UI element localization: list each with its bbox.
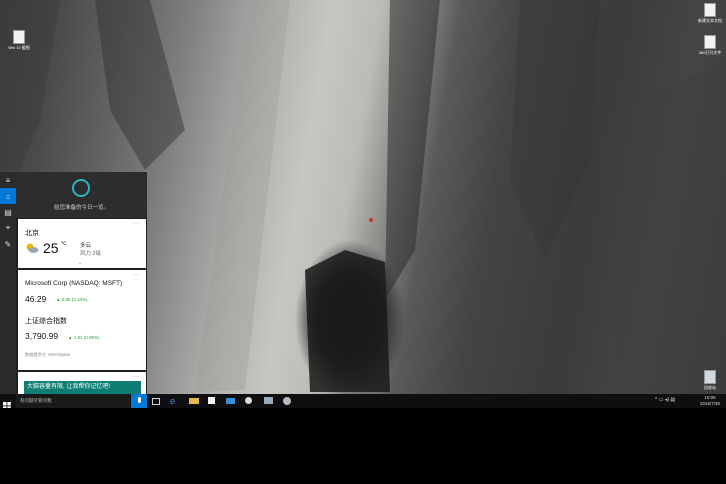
recycle-bin-icon: [704, 370, 716, 384]
taskbar: 有问题尽管问我 e ^ ▭ ◂) ▤ 10:06 2015/7/30: [0, 394, 726, 408]
clock-date: 2015/7/30: [699, 401, 721, 406]
weather-temp: 25: [43, 240, 59, 256]
location-icon[interactable]: ⌖: [0, 220, 16, 236]
stock-change-sse: ▲ 1.91 (0.05%): [68, 335, 100, 340]
desktop-icon-recycle-bin[interactable]: 回收站: [691, 370, 726, 391]
weather-card[interactable]: ··· 北京 25 ℃ 多云 风力 2级 ⌄: [18, 219, 146, 268]
store-icon[interactable]: [208, 397, 215, 404]
stock-name-msft: Microsoft Corp (NASDAQ: MSFT): [25, 280, 123, 287]
edge-browser-icon[interactable]: e: [170, 396, 180, 406]
cortana-logo-icon: [72, 179, 90, 197]
weather-city: 北京: [25, 230, 39, 237]
more-options-icon[interactable]: ···: [133, 374, 141, 380]
photos-icon[interactable]: [264, 397, 273, 404]
document-icon: [13, 30, 25, 44]
partly-cloudy-icon: [26, 243, 39, 253]
promo-card[interactable]: ··· 大脑容量有限, 让我帮你记忆吧!: [18, 372, 146, 394]
document-icon: [704, 35, 716, 49]
weather-wind: 风力 2级: [80, 251, 102, 257]
data-source-note: 数据提供方: Morningstar: [25, 352, 71, 357]
weather-condition: 多云: [80, 243, 92, 249]
mail-icon[interactable]: [226, 398, 235, 404]
more-options-icon[interactable]: ···: [133, 272, 141, 278]
stocks-card[interactable]: ··· Microsoft Corp (NASDAQ: MSFT) 46.29 …: [18, 270, 146, 370]
home-icon[interactable]: ⌂: [0, 188, 16, 204]
stock-name-sse: 上证综合指数: [25, 318, 67, 325]
microphone-icon[interactable]: [131, 394, 147, 408]
task-view-icon[interactable]: [152, 398, 160, 405]
stock-price-sse: 3,790.99: [25, 331, 59, 341]
app-icon[interactable]: [245, 397, 252, 404]
file-explorer-icon[interactable]: [189, 398, 199, 404]
more-options-icon[interactable]: ···: [133, 221, 141, 227]
document-icon: [704, 3, 716, 17]
desktop-icon-360[interactable]: 360打开文件: [691, 35, 726, 56]
hamburger-menu-icon[interactable]: ≡: [0, 172, 16, 188]
promo-banner: 大脑容量有限, 让我帮你记忆吧!: [24, 381, 141, 394]
clock[interactable]: 10:06 2015/7/30: [696, 395, 724, 407]
cortana-header: 给您准备的今日一览。: [16, 172, 147, 218]
stock-change-msft: ▲ 0.95 (2.10%): [56, 297, 88, 302]
windows-start-icon[interactable]: [3, 397, 11, 408]
feedback-icon[interactable]: ✎: [0, 236, 16, 252]
cortana-rail: ≡ ⌂ ▤ ⌖ ✎: [0, 172, 16, 394]
app2-icon[interactable]: [283, 397, 291, 405]
search-input[interactable]: 有问题尽管问我: [16, 394, 130, 408]
stock-price-msft: 46.29: [25, 294, 47, 304]
system-tray-icons[interactable]: ^ ▭ ◂) ▤: [655, 397, 675, 403]
notebook-icon[interactable]: ▤: [0, 204, 16, 220]
desktop-wallpaper: Win 10 截图 新建文本文档 360打开文件 回收站 ≡ ⌂ ▤ ⌖ ✎ 给…: [0, 0, 726, 408]
cortana-greeting: 给您准备的今日一览。: [53, 205, 109, 211]
weather-unit: ℃: [61, 241, 67, 247]
cortana-panel: ≡ ⌂ ▤ ⌖ ✎ 给您准备的今日一览。 ··· 北京 25 ℃ 多云 风力 2…: [0, 172, 147, 394]
desktop-icon-new-text[interactable]: 新建文本文档: [691, 3, 726, 24]
desktop-icon-screenshot[interactable]: Win 10 截图: [0, 30, 38, 51]
chevron-down-icon[interactable]: ⌄: [78, 260, 82, 266]
